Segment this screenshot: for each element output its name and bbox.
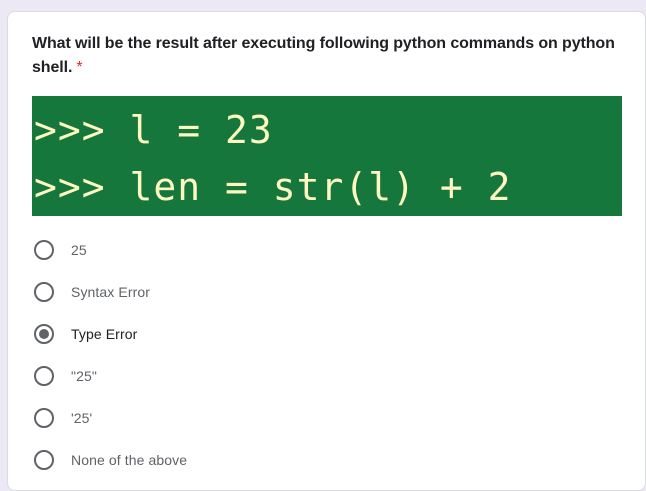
code-image: >>> l = 23 >>> len = str(l) + 2 bbox=[32, 96, 622, 216]
code-line-2: >>> len = str(l) + 2 bbox=[34, 165, 512, 209]
option-label: 25 bbox=[71, 242, 87, 258]
radio-button-checked[interactable] bbox=[34, 324, 54, 344]
option-25[interactable]: 25 bbox=[34, 238, 434, 262]
question-title-text: What will be the result after executing … bbox=[32, 35, 615, 76]
question-card: What will be the result after executing … bbox=[7, 11, 646, 491]
required-asterisk: * bbox=[76, 59, 83, 76]
option-none-of-the-above[interactable]: None of the above bbox=[34, 448, 434, 472]
radio-button[interactable] bbox=[34, 366, 54, 386]
option-label: '25' bbox=[71, 410, 93, 426]
radio-button[interactable] bbox=[34, 408, 54, 428]
option-double-quoted-25[interactable]: "25" bbox=[34, 364, 434, 388]
option-type-error[interactable]: Type Error bbox=[34, 322, 434, 346]
option-label: Syntax Error bbox=[71, 284, 150, 300]
option-syntax-error[interactable]: Syntax Error bbox=[34, 280, 434, 304]
option-label: "25" bbox=[71, 368, 97, 384]
option-label: Type Error bbox=[71, 326, 138, 342]
radio-button[interactable] bbox=[34, 240, 54, 260]
option-label: None of the above bbox=[71, 452, 188, 468]
option-single-quoted-25[interactable]: '25' bbox=[34, 406, 434, 430]
code-line-1: >>> l = 23 bbox=[34, 108, 273, 152]
radio-button[interactable] bbox=[34, 450, 54, 470]
question-title: What will be the result after executing … bbox=[32, 32, 617, 80]
radio-button[interactable] bbox=[34, 282, 54, 302]
